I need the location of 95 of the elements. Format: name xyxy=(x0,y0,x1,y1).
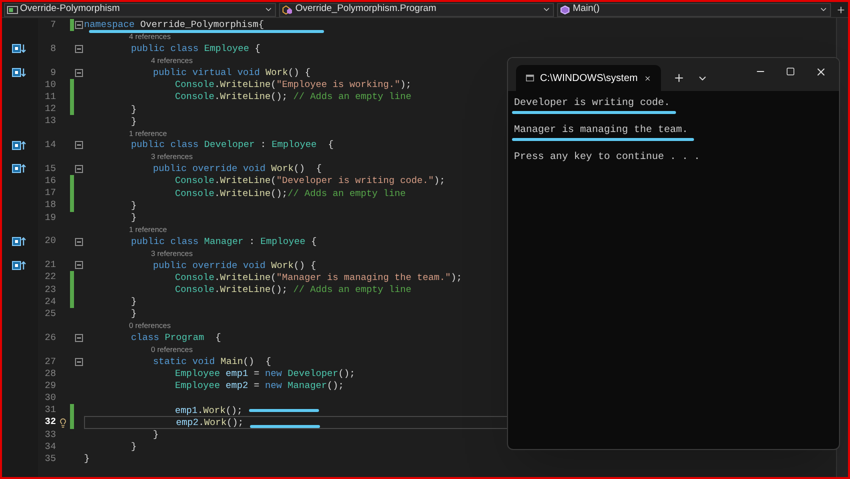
console-output: Manager is managing the team. xyxy=(514,124,688,137)
navigation-dropdown[interactable]: Override-Polymorphism xyxy=(4,2,276,16)
line-number: 31 xyxy=(44,403,56,418)
code-line: } xyxy=(131,309,137,319)
line-number: 30 xyxy=(44,391,56,406)
line-number: 8 xyxy=(49,42,56,56)
code-line: Console.WriteLine("Employee is working."); xyxy=(175,80,412,90)
dropdown-label: Override_Polymorphism.Program xyxy=(295,2,438,16)
class-icon xyxy=(282,4,294,14)
collapse-icon[interactable] xyxy=(75,358,83,366)
line-number: 15 xyxy=(44,162,56,176)
code-line: Console.WriteLine(); // Adds an empty line xyxy=(175,284,412,294)
collapse-icon[interactable] xyxy=(75,164,83,173)
line-number: 32 xyxy=(44,415,56,430)
line-number: 13 xyxy=(44,114,56,128)
line-number: 14 xyxy=(44,138,56,152)
line-number: 28 xyxy=(44,366,56,381)
code-line: Employee emp1 = new Developer(); xyxy=(175,369,356,378)
code-line: } xyxy=(131,200,137,210)
overrides-icon[interactable] xyxy=(12,140,26,150)
close-icon[interactable] xyxy=(815,66,827,78)
code-line: } xyxy=(131,213,137,222)
collapse-icon[interactable] xyxy=(75,21,83,30)
code-line: public virtual void Work() { xyxy=(153,68,311,78)
overrides-icon[interactable] xyxy=(12,237,26,246)
line-number: 11 xyxy=(44,90,56,104)
line-number: 33 xyxy=(44,428,56,442)
lightbulb-icon[interactable] xyxy=(58,418,68,428)
collapse-icon[interactable] xyxy=(75,68,83,77)
code-line: Console.WriteLine("Manager is managing the team."); xyxy=(175,272,462,282)
code-line: Employee emp2 = new Manager(); xyxy=(175,381,344,391)
code-line: } xyxy=(131,116,137,126)
terminal-icon xyxy=(526,73,534,83)
project-icon xyxy=(7,6,18,14)
line-number: 16 xyxy=(44,174,56,188)
navigation-dropdown[interactable]: Main() xyxy=(556,2,832,16)
overridden-icon[interactable] xyxy=(12,44,26,54)
code-line: class Program { xyxy=(131,333,222,343)
code-line: } xyxy=(153,430,159,440)
line-number: 18 xyxy=(44,198,56,212)
line-number: 35 xyxy=(44,452,56,466)
navigation-dropdown[interactable]: Override_Polymorphism.Program xyxy=(279,2,554,16)
dropdown-label: Override-Polymorphism xyxy=(20,2,121,16)
collapse-icon[interactable] xyxy=(75,44,83,53)
line-number: 12 xyxy=(44,102,56,116)
code-line: public class Manager : Employee { xyxy=(131,236,317,246)
code-line: } xyxy=(84,454,90,464)
collapse-icon[interactable] xyxy=(75,238,83,246)
console-output: Developer is writing code. xyxy=(514,97,670,110)
tab-title: C:\WINDOWS\system xyxy=(540,72,638,86)
console-tab[interactable]: C:\WINDOWS\system xyxy=(516,65,661,91)
line-number: 27 xyxy=(44,354,56,369)
code-line: } xyxy=(131,297,137,307)
code-line: Console.WriteLine("Developer is writing code."); xyxy=(175,176,446,186)
line-number: 23 xyxy=(44,282,56,297)
split-icon[interactable] xyxy=(836,4,846,14)
overrides-icon[interactable] xyxy=(12,260,26,270)
method-icon xyxy=(560,4,571,14)
dropdown-caret-icon xyxy=(264,5,274,14)
overridden-icon[interactable] xyxy=(12,68,26,78)
code-line: namespace Override_Polymorphism{ xyxy=(84,20,264,30)
line-number: 20 xyxy=(44,234,56,248)
code-line: Console.WriteLine();// Adds an empty line xyxy=(175,188,406,198)
collapse-icon[interactable] xyxy=(75,261,83,270)
console-output: Press any key to continue . . . xyxy=(514,151,700,164)
code-line: static void Main() { xyxy=(153,356,272,366)
line-number: 21 xyxy=(44,258,56,272)
line-number: 19 xyxy=(44,210,56,225)
code-line: Console.WriteLine(); // Adds an empty line xyxy=(175,92,412,102)
line-number: 17 xyxy=(44,186,56,200)
code-line: } xyxy=(131,104,137,114)
code-line: } xyxy=(131,442,137,452)
line-number: 22 xyxy=(44,270,56,284)
code-line: emp2.Work(); xyxy=(176,418,244,428)
line-number: 9 xyxy=(49,66,56,80)
code-line: emp1.Work(); xyxy=(175,406,243,416)
overrides-icon[interactable] xyxy=(12,164,26,174)
collapse-icon[interactable] xyxy=(75,334,83,342)
line-number: 29 xyxy=(44,378,56,393)
line-number: 24 xyxy=(44,294,56,309)
line-number: 25 xyxy=(44,306,56,321)
dropdown-label: Main() xyxy=(572,2,601,16)
line-number: 10 xyxy=(44,78,56,92)
dropdown-caret-icon xyxy=(542,5,551,14)
line-number: 26 xyxy=(44,330,56,345)
code-line: public override void Work() { xyxy=(153,260,316,270)
code-line: public class Developer : Employee { xyxy=(131,140,334,150)
collapse-icon[interactable] xyxy=(75,141,83,150)
line-number: 7 xyxy=(49,18,56,32)
dropdown-caret-icon xyxy=(819,5,828,14)
code-line: public override void Work() { xyxy=(153,164,322,174)
new-tab-icon[interactable] xyxy=(673,72,685,84)
line-number: 34 xyxy=(44,440,56,454)
maximize-icon[interactable] xyxy=(786,67,795,76)
code-line: public class Employee { xyxy=(131,44,260,54)
